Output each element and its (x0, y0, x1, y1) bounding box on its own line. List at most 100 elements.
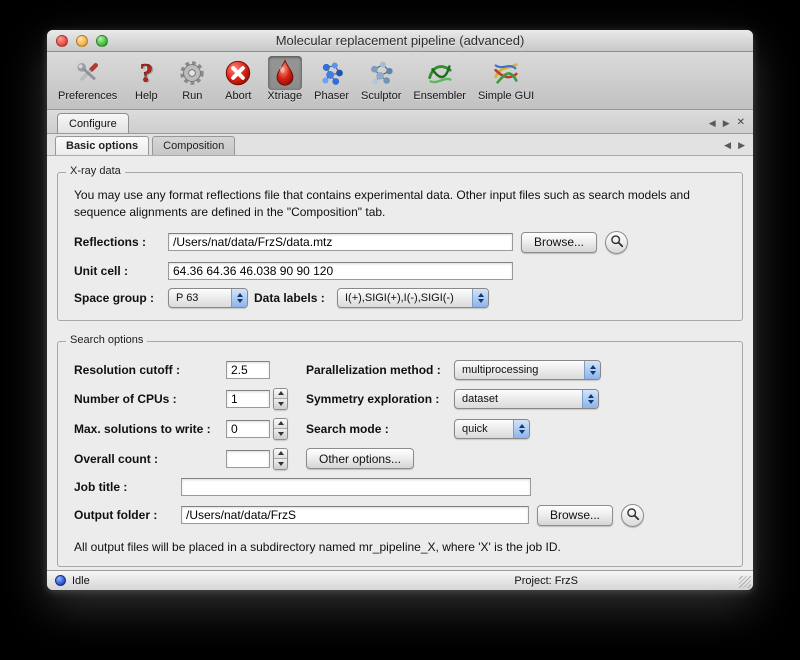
overall-count-cell (226, 448, 306, 470)
magnifier-icon (610, 234, 624, 251)
app-window: Molecular replacement pipeline (advanced… (47, 30, 753, 590)
max-solutions-stepper[interactable] (273, 418, 288, 440)
ensembler-ribbon-icon (423, 56, 457, 90)
subtab-scroll-right-icon[interactable]: ▶ (738, 141, 745, 150)
job-title-row: Job title : (74, 478, 734, 496)
reflections-browse-button[interactable]: Browse... (521, 232, 597, 253)
toolbar-item-ensembler[interactable]: Ensembler (408, 55, 471, 103)
reflections-label: Reflections : (74, 235, 168, 249)
cpus-cell (226, 388, 306, 410)
reflections-row: Reflections : Browse... (74, 231, 734, 254)
tab-close-icon[interactable]: ✕ (737, 118, 745, 128)
search-mode-label: Search mode : (306, 422, 454, 436)
reflections-inspect-button[interactable] (605, 231, 628, 254)
num-cpus-label: Number of CPUs : (74, 392, 226, 406)
stepper-down-button[interactable] (274, 398, 287, 409)
cpus-row: Number of CPUs : Symmetry exploration : … (74, 388, 734, 410)
xray-data-group-title: X-ray data (66, 165, 125, 177)
space-group-value: P 63 (176, 292, 198, 304)
stepper-up-button[interactable] (274, 449, 287, 459)
toolbar-item-label: Abort (225, 90, 251, 102)
search-mode-select[interactable]: quick (454, 419, 530, 439)
status-bar: Idle Project: FrzS (47, 570, 753, 590)
sub-tab-strip-nav: ◀ ▶ (724, 141, 745, 155)
toolbar-item-label: Simple GUI (478, 90, 534, 102)
num-cpus-input[interactable] (226, 390, 270, 408)
num-cpus-stepper[interactable] (273, 388, 288, 410)
resolution-row: Resolution cutoff : Parallelization meth… (74, 360, 734, 380)
toolbar-item-abort[interactable]: Abort (216, 55, 260, 103)
unit-cell-input[interactable] (168, 262, 513, 280)
data-labels-select[interactable]: I(+),SIGI(+),I(-),SIGI(-) (337, 288, 489, 308)
toolbar-item-preferences[interactable]: Preferences (53, 55, 122, 103)
parallelization-select[interactable]: multiprocessing (454, 360, 601, 380)
xray-data-group: X-ray data You may use any format reflec… (57, 172, 743, 321)
space-group-select[interactable]: P 63 (168, 288, 248, 308)
subtab-scroll-left-icon[interactable]: ◀ (724, 141, 731, 150)
symmetry-exploration-select[interactable]: dataset (454, 389, 599, 409)
unit-cell-label: Unit cell : (74, 264, 168, 278)
zoom-window-button[interactable] (96, 35, 108, 47)
overall-count-label: Overall count : (74, 452, 226, 466)
resolution-cutoff-label: Resolution cutoff : (74, 363, 226, 377)
toolbar-item-sculptor[interactable]: Sculptor (356, 55, 406, 103)
tab-composition[interactable]: Composition (152, 136, 235, 155)
output-note: All output files will be placed in a sub… (74, 540, 734, 554)
close-window-button[interactable] (56, 35, 68, 47)
tab-configure[interactable]: Configure (57, 113, 129, 133)
overall-count-stepper[interactable] (273, 448, 288, 470)
sculptor-molecule-icon (364, 56, 398, 90)
toolbar-item-run[interactable]: Run (170, 55, 214, 103)
tab-strip-nav: ◀ ▶ ✕ (709, 118, 745, 133)
stepper-up-button[interactable] (274, 419, 287, 429)
output-folder-inspect-button[interactable] (621, 504, 644, 527)
symmetry-exploration-value: dataset (462, 393, 498, 405)
tab-scroll-left-icon[interactable]: ◀ (709, 119, 716, 128)
stepper-up-button[interactable] (274, 389, 287, 399)
toolbar-item-label: Ensembler (413, 90, 466, 102)
overall-count-row: Overall count : Other options... (74, 448, 734, 470)
title-bar[interactable]: Molecular replacement pipeline (advanced… (47, 30, 753, 52)
simple-gui-ribbons-icon (489, 56, 523, 90)
combo-arrows-icon (584, 361, 600, 379)
stepper-down-button[interactable] (274, 458, 287, 469)
max-solutions-input[interactable] (226, 420, 270, 438)
reflections-input[interactable] (168, 233, 513, 251)
stepper-down-button[interactable] (274, 428, 287, 439)
data-labels-label: Data labels : (254, 291, 337, 305)
toolbar-item-simple-gui[interactable]: Simple GUI (473, 55, 539, 103)
search-mode-value: quick (462, 423, 488, 435)
run-gear-icon (175, 56, 209, 90)
output-folder-row: Output folder : Browse... (74, 504, 734, 527)
resize-grip[interactable] (739, 576, 751, 588)
toolbar-item-phaser[interactable]: Phaser (309, 55, 354, 103)
tab-basic-options[interactable]: Basic options (55, 136, 149, 155)
toolbar-item-label: Phaser (314, 90, 349, 102)
tab-scroll-right-icon[interactable]: ▶ (723, 119, 730, 128)
tab-composition-label: Composition (163, 140, 224, 152)
job-title-input[interactable] (181, 478, 531, 496)
overall-count-input[interactable] (226, 450, 270, 468)
status-text: Idle (72, 575, 90, 587)
toolbar-item-label: Sculptor (361, 90, 401, 102)
toolbar-item-label: Run (182, 90, 202, 102)
space-group-row: Space group : P 63 Data labels : I(+),SI… (74, 288, 734, 308)
output-folder-input[interactable] (181, 506, 529, 524)
status-indicator-icon (55, 575, 66, 586)
job-title-label: Job title : (74, 480, 181, 494)
help-icon: ? ? (129, 56, 163, 90)
toolbar-item-label: Preferences (58, 90, 117, 102)
search-options-group-title: Search options (66, 334, 147, 346)
toolbar-item-help[interactable]: ? ? Help (124, 55, 168, 103)
toolbar-item-xtriage[interactable]: Xtriage (262, 55, 307, 103)
xray-data-description: You may use any format reflections file … (74, 187, 726, 221)
xtriage-drop-icon (268, 56, 302, 90)
resolution-cutoff-input[interactable] (226, 361, 270, 379)
other-options-button[interactable]: Other options... (306, 448, 414, 469)
toolbar-item-label: Xtriage (267, 90, 302, 102)
parallelization-value: multiprocessing (462, 364, 538, 376)
minimize-window-button[interactable] (76, 35, 88, 47)
tab-configure-label: Configure (69, 118, 117, 130)
toolbar-item-label: Help (135, 90, 158, 102)
output-folder-browse-button[interactable]: Browse... (537, 505, 613, 526)
